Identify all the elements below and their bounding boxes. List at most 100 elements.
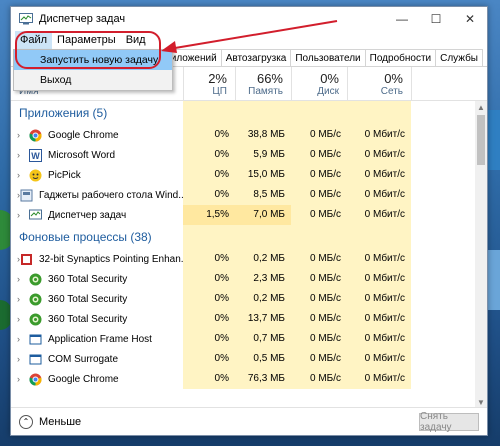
table-row[interactable]: › 360 Total Security 0% 13,7 МБ 0 МБ/с 0 Мбит… bbox=[11, 309, 487, 329]
memory-cell: 8,5 МБ bbox=[235, 185, 291, 205]
tab-details[interactable]: Подробности bbox=[364, 49, 437, 66]
chevron-right-icon[interactable]: › bbox=[17, 374, 29, 384]
cpu-cell: 0% bbox=[183, 349, 235, 369]
chevron-right-icon[interactable]: › bbox=[17, 354, 29, 364]
chevron-right-icon[interactable]: › bbox=[17, 130, 29, 140]
process-name: 360 Total Security bbox=[48, 313, 128, 325]
network-cell: 0 Мбит/с bbox=[347, 269, 411, 289]
process-name: COM Surrogate bbox=[48, 353, 119, 365]
end-task-button[interactable]: Снять задачу bbox=[419, 411, 479, 433]
vertical-scrollbar[interactable]: ▲ ▼ bbox=[475, 101, 487, 409]
task-manager-window: Диспетчер задач — ☐ ✕ Файл Параметры Вид… bbox=[10, 6, 488, 436]
cpu-cell: 0% bbox=[183, 369, 235, 389]
memory-cell: 0,7 МБ bbox=[235, 329, 291, 349]
chevron-up-icon[interactable]: ⌃ bbox=[19, 414, 33, 429]
desktop-decoration bbox=[488, 250, 500, 310]
disk-cell: 0 МБ/с bbox=[291, 329, 347, 349]
chevron-right-icon[interactable]: › bbox=[17, 170, 29, 180]
scroll-down-icon[interactable]: ▼ bbox=[477, 398, 485, 407]
network-cell: 0 Мбит/с bbox=[347, 165, 411, 185]
disk-cell: 0 МБ/с bbox=[291, 165, 347, 185]
process-name: Google Chrome bbox=[48, 129, 119, 141]
chevron-right-icon[interactable]: › bbox=[17, 314, 29, 324]
cpu-cell: 0% bbox=[183, 125, 235, 145]
menu-options[interactable]: Параметры bbox=[52, 31, 121, 49]
group-header-apps: Приложения (5) bbox=[11, 101, 487, 125]
process-name-cell: › 360 Total Security bbox=[11, 293, 183, 306]
table-row[interactable]: › 360 Total Security 0% 2,3 МБ 0 МБ/с 0 Мбит/… bbox=[11, 269, 487, 289]
cell-fill bbox=[291, 101, 347, 125]
menu-view[interactable]: Вид bbox=[121, 31, 151, 49]
cpu-cell: 0% bbox=[183, 309, 235, 329]
network-cell: 0 Мбит/с bbox=[347, 125, 411, 145]
cpu-cell: 0% bbox=[183, 329, 235, 349]
network-total: 0% bbox=[384, 71, 403, 86]
cpu-cell: 0% bbox=[183, 289, 235, 309]
network-cell: 0 Мбит/с bbox=[347, 249, 411, 269]
cpu-cell: 0% bbox=[183, 249, 235, 269]
memory-cell: 2,3 МБ bbox=[235, 269, 291, 289]
task-manager-icon bbox=[19, 13, 33, 25]
chevron-right-icon[interactable]: › bbox=[17, 150, 29, 160]
cpu-total: 2% bbox=[208, 71, 227, 86]
process-name-cell: › Google Chrome bbox=[11, 129, 183, 142]
disk-cell: 0 МБ/с bbox=[291, 125, 347, 145]
disk-cell: 0 МБ/с bbox=[291, 349, 347, 369]
fewer-details-link[interactable]: Меньше bbox=[39, 416, 419, 428]
group-header-background: Фоновые процессы (38) bbox=[11, 225, 487, 249]
scrollbar-thumb[interactable] bbox=[477, 115, 485, 165]
cpu-cell: 0% bbox=[183, 145, 235, 165]
cell-fill bbox=[183, 101, 235, 125]
table-row[interactable]: › Application Frame Host 0% 0,7 МБ 0 МБ/с 0 М… bbox=[11, 329, 487, 349]
column-disk[interactable]: 0% Диск bbox=[291, 67, 347, 100]
menu-item-run-new-task[interactable]: Запустить новую задачу bbox=[14, 50, 172, 70]
cell-fill bbox=[183, 225, 235, 249]
tab-services[interactable]: Службы bbox=[435, 49, 483, 66]
minimize-button[interactable]: — bbox=[385, 7, 419, 31]
disk-cell: 0 МБ/с bbox=[291, 369, 347, 389]
taskmgr-icon bbox=[29, 209, 42, 222]
svg-text:W: W bbox=[31, 151, 40, 161]
column-cpu[interactable]: 2% ЦП bbox=[183, 67, 235, 100]
menu-item-exit[interactable]: Выход bbox=[14, 70, 172, 90]
table-row[interactable]: › Google Chrome 0% 38,8 МБ 0 МБ/с 0 Мбит/с bbox=[11, 125, 487, 145]
menu-file[interactable]: Файл bbox=[15, 31, 53, 49]
chevron-right-icon[interactable]: › bbox=[17, 294, 29, 304]
chevron-right-icon[interactable]: › bbox=[17, 210, 29, 220]
scroll-up-icon[interactable]: ▲ bbox=[477, 103, 485, 112]
memory-cell: 13,7 МБ bbox=[235, 309, 291, 329]
column-spacer bbox=[411, 67, 487, 100]
process-name-cell: › Диспетчер задач bbox=[11, 209, 183, 222]
table-row[interactable]: › COM Surrogate 0% 0,5 МБ 0 МБ/с 0 Мбит/с bbox=[11, 349, 487, 369]
memory-cell: 5,9 МБ bbox=[235, 145, 291, 165]
security-icon bbox=[29, 273, 42, 286]
chevron-right-icon[interactable]: › bbox=[17, 274, 29, 284]
table-row[interactable]: › Диспетчер задач 1,5% 7,0 МБ 0 МБ/с 0 Мбит/с bbox=[11, 205, 487, 225]
cell-fill bbox=[291, 225, 347, 249]
word-icon: W bbox=[29, 148, 42, 162]
disk-cell: 0 МБ/с bbox=[291, 205, 347, 225]
table-row[interactable]: › PicPick 0% 15,0 МБ 0 МБ/с 0 Мбит/с bbox=[11, 165, 487, 185]
process-name-cell: › Application Frame Host bbox=[11, 333, 183, 346]
column-memory[interactable]: 66% Память bbox=[235, 67, 291, 100]
network-cell: 0 Мбит/с bbox=[347, 205, 411, 225]
network-cell: 0 Мбит/с bbox=[347, 289, 411, 309]
process-name-cell: › 360 Total Security bbox=[11, 273, 183, 286]
cpu-cell: 1,5% bbox=[183, 205, 235, 225]
disk-cell: 0 МБ/с bbox=[291, 309, 347, 329]
disk-label: Диск bbox=[317, 86, 339, 97]
process-name: 360 Total Security bbox=[48, 293, 128, 305]
network-cell: 0 Мбит/с bbox=[347, 329, 411, 349]
chrome-icon bbox=[29, 373, 42, 386]
process-name: Microsoft Word bbox=[48, 149, 116, 161]
chevron-right-icon[interactable]: › bbox=[17, 334, 29, 344]
close-button[interactable]: ✕ bbox=[453, 7, 487, 31]
footer-bar: ⌃ Меньше Снять задачу bbox=[11, 407, 487, 435]
column-network[interactable]: 0% Сеть bbox=[347, 67, 411, 100]
table-row[interactable]: › Google Chrome 0% 76,3 МБ 0 МБ/с 0 Мбит/с bbox=[11, 369, 487, 389]
table-row[interactable]: › 32-bit Synaptics Pointing Enhan... 0% 0,2… bbox=[11, 249, 487, 269]
maximize-button[interactable]: ☐ bbox=[419, 7, 453, 31]
table-row[interactable]: › 360 Total Security 0% 0,2 МБ 0 МБ/с 0 Мбит/… bbox=[11, 289, 487, 309]
table-row[interactable]: › W Microsoft Word 0% 5,9 МБ 0 МБ/с 0 Мбит/с bbox=[11, 145, 487, 165]
table-row[interactable]: › Гаджеты рабочего стола Wind... 0% 8,5 МБ 0… bbox=[11, 185, 487, 205]
